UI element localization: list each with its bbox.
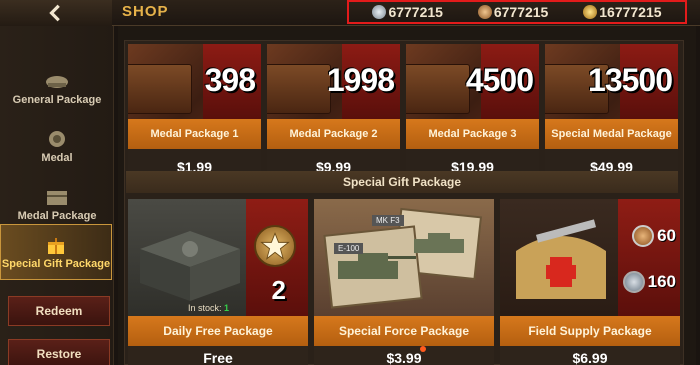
medal-amount: 13500	[588, 62, 673, 98]
bronze-reward: 60	[632, 225, 676, 247]
section-header: Special Gift Package	[126, 171, 678, 193]
bronze-reward-count: 60	[657, 226, 676, 245]
chevron-left-icon	[49, 4, 60, 22]
top-bar: SHOP 6777215 6777215 16777215	[0, 0, 700, 26]
notification-dot	[420, 346, 426, 352]
sidebar-item-label: Medal	[41, 151, 73, 164]
sidebar-item-label: Medal Package	[17, 209, 97, 222]
medal-count: 2	[271, 275, 286, 305]
sidebar-item-special-gift-package[interactable]: Special Gift Package	[0, 224, 112, 280]
medal-package-image: 1998	[267, 44, 400, 119]
medal-amount: 1998	[326, 62, 395, 98]
stock-indicator: In stock: 1	[188, 303, 229, 313]
gift-package-image: MK F3 E-100	[314, 199, 494, 316]
medal-package-card[interactable]: 4500 Medal Package 3 $19.99	[406, 44, 539, 185]
sidebar-item-medal[interactable]: Medal	[0, 118, 114, 174]
back-button[interactable]	[0, 0, 112, 26]
gift-package-name: Field Supply Package	[500, 316, 680, 346]
medal-amount: 4500	[465, 62, 534, 98]
silver-medal-icon	[372, 5, 387, 19]
tank-tag: E-100	[334, 243, 364, 254]
supply-crate-icon	[140, 231, 240, 301]
sidebar-item-label: Special Gift Package	[1, 257, 111, 270]
bronze-amount: 6777215	[493, 4, 549, 20]
stock-label: In stock:	[188, 303, 222, 313]
page-title: SHOP	[122, 3, 169, 20]
sidebar-item-general-package[interactable]: General Package	[0, 60, 114, 116]
silver-amount: 6777215	[388, 4, 443, 20]
silver-reward: 160	[622, 271, 676, 293]
medkit-bag-icon	[516, 219, 606, 299]
sidebar-item-label: General Package	[12, 93, 102, 106]
star-amount: 16777215	[599, 4, 662, 20]
chest-icon	[47, 190, 67, 205]
bronze-currency: 6777215	[477, 4, 549, 20]
star-medal-icon	[583, 5, 598, 19]
gift-package-image: 60 160	[500, 199, 680, 316]
silver-medal-icon	[622, 271, 645, 293]
stock-value: 1	[224, 303, 230, 313]
gift-package-card[interactable]: 60 160 Field Supply Package $6.99	[500, 199, 680, 365]
star-currency: 16777215	[583, 4, 662, 20]
gift-package-name: Special Force Package	[314, 316, 494, 346]
medal-package-card[interactable]: 398 Medal Package 1 $1.99	[128, 44, 261, 185]
bronze-medal-icon	[477, 5, 492, 19]
gift-icon	[48, 237, 64, 254]
gift-package-image: 2 In stock: 1	[128, 199, 308, 316]
shop-content: 398 Medal Package 1 $1.99 1998 Medal Pac…	[118, 26, 696, 365]
currency-display: 6777215 6777215 16777215	[347, 0, 687, 24]
medal-icon	[49, 130, 65, 147]
medal-package-image: 398	[128, 44, 261, 119]
gift-package-price: $6.99	[572, 350, 608, 365]
medal-package-name: Medal Package 1	[128, 119, 261, 149]
medal-package-name: Medal Package 2	[267, 119, 400, 149]
medal-package-card[interactable]: 1998 Medal Package 2 $9.99	[267, 44, 400, 185]
medal-package-image: 13500	[545, 44, 678, 119]
silver-currency: 6777215	[372, 4, 443, 20]
medal-package-name: Special Medal Package	[545, 119, 678, 149]
star-medal-icon	[254, 225, 296, 267]
medal-package-card[interactable]: 13500 Special Medal Package $49.99	[545, 44, 678, 185]
redeem-button[interactable]: Redeem	[8, 296, 110, 326]
gift-package-price: Free	[203, 350, 233, 365]
cap-icon	[46, 75, 68, 88]
gift-package-price: $3.99	[386, 350, 422, 365]
medal-package-image: 4500	[406, 44, 539, 119]
bronze-medal-icon	[632, 225, 655, 247]
medal-amount: 398	[204, 62, 256, 98]
gift-package-name: Daily Free Package	[128, 316, 308, 346]
gift-package-card[interactable]: MK F3 E-100 Special Force Package $3.99	[314, 199, 494, 365]
restore-button[interactable]: Restore	[8, 339, 110, 365]
tank-tag: MK F3	[372, 215, 404, 226]
silver-reward-count: 160	[647, 272, 676, 291]
sidebar: General Package Medal Medal Package Spec…	[0, 26, 114, 365]
medal-package-name: Medal Package 3	[406, 119, 539, 149]
gift-package-card[interactable]: 2 In stock: 1 Daily Free Package Free	[128, 199, 308, 365]
